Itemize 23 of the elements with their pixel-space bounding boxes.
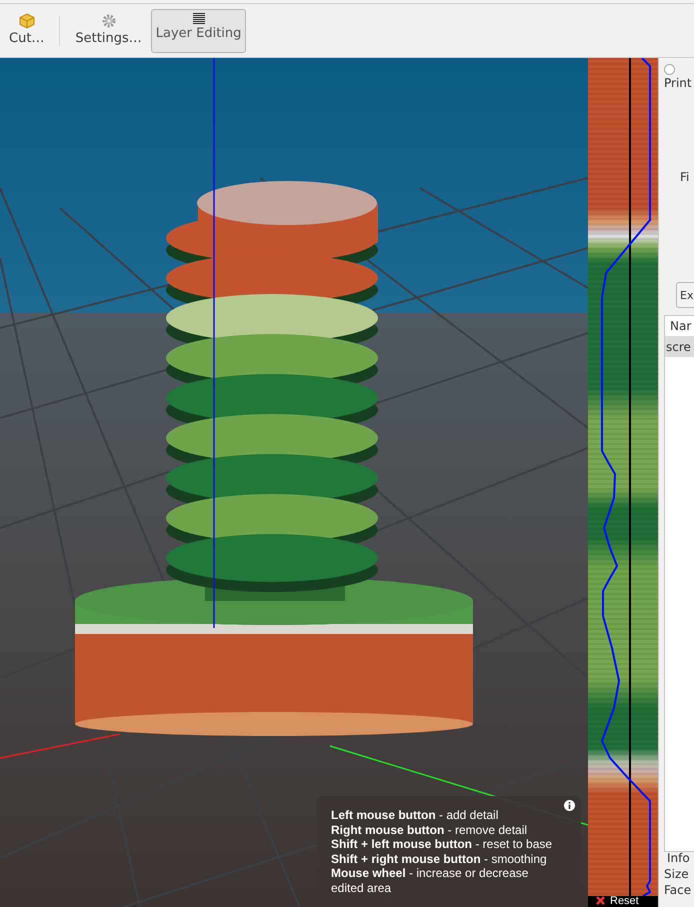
info-group-title: Info (666, 851, 690, 865)
radio-button[interactable]: Print (664, 64, 692, 90)
gear-icon (100, 12, 117, 28)
reset-button[interactable]: Reset (588, 896, 658, 907)
field-label: Fi (680, 170, 690, 184)
close-icon (596, 896, 605, 905)
toolbar-button[interactable]: Layer Editing (150, 8, 246, 52)
3d-viewport[interactable]: Left mouse button - add detail Right mouse button - remove detail Shift + left mouse button - reset to base Shift + right mouse button - smoothing Mouse wheel - increase or decrease edited area (0, 58, 588, 907)
help-text: Mouse wheel - increase or decrease edited area (331, 866, 530, 895)
table-row[interactable]: scre (665, 337, 694, 357)
info-label: Face (664, 883, 692, 897)
toolbar-button[interactable]: Settings… (70, 8, 147, 52)
help-text: Left mouse button - add detail (331, 808, 500, 822)
help-text: Shift + left mouse button - reset to base (331, 837, 553, 852)
side-button[interactable]: Ex (676, 282, 694, 308)
info-label: Size (664, 867, 689, 881)
help-text: Right mouse button - remove detail (331, 822, 528, 837)
help-text: Shift + right mouse button - smoothing (331, 852, 548, 866)
info-icon (564, 800, 575, 811)
toolbar-button[interactable]: Cut… (4, 8, 50, 52)
layer-height-profile[interactable] (588, 58, 658, 896)
layers-icon (192, 12, 205, 24)
cube-icon (18, 12, 35, 28)
